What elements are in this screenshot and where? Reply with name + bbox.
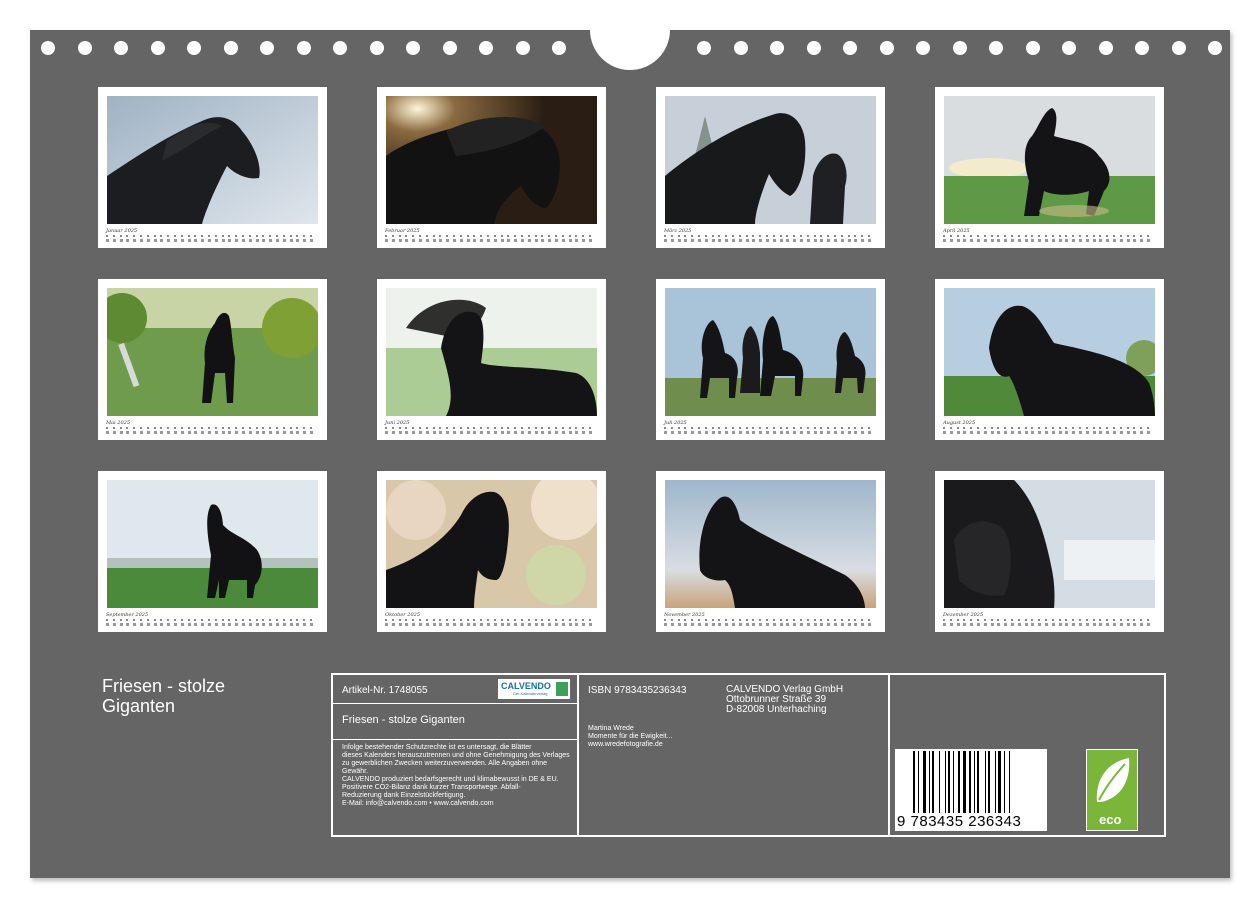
binding-hole bbox=[806, 41, 821, 55]
day-strip bbox=[106, 427, 318, 435]
binding-hole bbox=[479, 41, 493, 55]
day-strip bbox=[106, 619, 318, 627]
day-strip bbox=[385, 619, 597, 627]
day-strip bbox=[943, 619, 1155, 627]
horse-photo-july bbox=[665, 288, 876, 416]
calvendo-logo-mark-icon bbox=[556, 682, 568, 696]
legal-text: Infolge bestehender Schutzrechte ist es … bbox=[342, 744, 570, 807]
binding-hole bbox=[879, 41, 894, 55]
binding-hole bbox=[515, 41, 530, 55]
calendar-back-page: Januar 2025 Februar 2025 März 2025 April… bbox=[30, 0, 1230, 878]
barcode-digits: 9 783435 236343 bbox=[897, 813, 1022, 830]
binding-hole bbox=[1098, 41, 1113, 55]
day-strip bbox=[664, 427, 876, 435]
day-strip bbox=[664, 235, 876, 243]
month-label: April 2025 bbox=[943, 228, 970, 234]
binding-hole bbox=[187, 41, 201, 55]
horse-photo-december bbox=[944, 480, 1155, 608]
divider bbox=[577, 675, 579, 835]
day-strip bbox=[664, 619, 876, 627]
month-label: Juni 2025 bbox=[385, 420, 410, 426]
binding-hole bbox=[77, 41, 92, 55]
day-strip bbox=[385, 235, 597, 243]
calendar-name: Friesen - stolze Giganten bbox=[342, 714, 465, 726]
divider bbox=[333, 703, 577, 704]
binding-hole bbox=[41, 41, 55, 55]
divider bbox=[333, 739, 577, 740]
month-label: März 2025 bbox=[664, 228, 692, 234]
month-label: September 2025 bbox=[106, 612, 149, 618]
month-card-november: November 2025 bbox=[656, 471, 885, 632]
binding-hole bbox=[1135, 41, 1149, 55]
month-card-march: März 2025 bbox=[656, 87, 885, 248]
horse-photo-october bbox=[386, 480, 597, 608]
eco-badge: eco bbox=[1086, 749, 1138, 831]
binding-hole bbox=[333, 41, 347, 55]
binding-hole bbox=[733, 41, 748, 55]
day-strip bbox=[106, 235, 318, 243]
month-card-september: September 2025 bbox=[98, 471, 327, 632]
binding-hole bbox=[552, 41, 566, 55]
month-card-october: Oktober 2025 bbox=[377, 471, 606, 632]
binding-hole bbox=[114, 41, 128, 55]
binding-hole bbox=[1025, 41, 1040, 55]
month-card-april: April 2025 bbox=[935, 87, 1164, 248]
horse-photo-april bbox=[944, 96, 1155, 224]
binding-hole bbox=[952, 41, 967, 55]
month-card-december: Dezember 2025 bbox=[935, 471, 1164, 632]
horse-photo-september bbox=[107, 480, 318, 608]
month-label: Mai 2025 bbox=[106, 420, 131, 426]
binding-hole bbox=[843, 41, 857, 55]
author-info: Martina Wrede Momente für die Ewigkeit..… bbox=[588, 725, 673, 748]
horse-photo-march bbox=[665, 96, 876, 224]
month-card-june: Juni 2025 bbox=[377, 279, 606, 440]
month-label: Juli 2025 bbox=[664, 420, 687, 426]
divider bbox=[888, 675, 890, 835]
horse-photo-august bbox=[944, 288, 1155, 416]
binding-hole bbox=[989, 41, 1003, 55]
month-label: November 2025 bbox=[664, 612, 705, 618]
binding-hole bbox=[1171, 41, 1186, 55]
isbn: ISBN 9783435236343 bbox=[588, 685, 687, 696]
calendar-title: Friesen - stolze Giganten bbox=[102, 676, 226, 716]
binding-hole bbox=[916, 41, 930, 55]
binding-hole bbox=[406, 41, 420, 55]
month-label: Februar 2025 bbox=[385, 228, 420, 234]
leaf-icon bbox=[1096, 758, 1130, 802]
day-strip bbox=[385, 427, 597, 435]
month-label: Januar 2025 bbox=[106, 228, 138, 234]
horse-photo-february bbox=[386, 96, 597, 224]
binding-hole bbox=[150, 41, 165, 55]
isbn-barcode: 9 783435 236343 bbox=[895, 749, 1047, 831]
day-strip bbox=[943, 235, 1155, 243]
binding-hole bbox=[442, 41, 457, 55]
binding-hole bbox=[697, 41, 711, 55]
month-card-may: Mai 2025 bbox=[98, 279, 327, 440]
month-card-february: Februar 2025 bbox=[377, 87, 606, 248]
publisher-address: CALVENDO Verlag GmbH Ottobrunner Straße … bbox=[726, 684, 844, 715]
article-number: Artikel-Nr. 1748055 bbox=[342, 685, 428, 696]
info-panel: Artikel-Nr. 1748055 CALVENDO Der Kalende… bbox=[331, 673, 1166, 837]
month-card-july: Juli 2025 bbox=[656, 279, 885, 440]
horse-photo-june bbox=[386, 288, 597, 416]
binding-hole bbox=[1062, 41, 1076, 55]
month-label: August 2025 bbox=[943, 420, 976, 426]
month-card-august: August 2025 bbox=[935, 279, 1164, 440]
calvendo-logo: CALVENDO Der Kalenderverlag bbox=[498, 679, 570, 699]
binding-hole bbox=[296, 41, 311, 55]
month-label: Oktober 2025 bbox=[385, 612, 421, 618]
horse-photo-may bbox=[107, 288, 318, 416]
binding-hole bbox=[223, 41, 238, 55]
binding-hole bbox=[260, 41, 274, 55]
binding-hole bbox=[369, 41, 384, 55]
month-card-january: Januar 2025 bbox=[98, 87, 327, 248]
binding-hole bbox=[770, 41, 784, 55]
horse-photo-january bbox=[107, 96, 318, 224]
horse-photo-november bbox=[665, 480, 876, 608]
binding-hole bbox=[1208, 41, 1222, 55]
day-strip bbox=[943, 427, 1155, 435]
month-label: Dezember 2025 bbox=[943, 612, 984, 618]
